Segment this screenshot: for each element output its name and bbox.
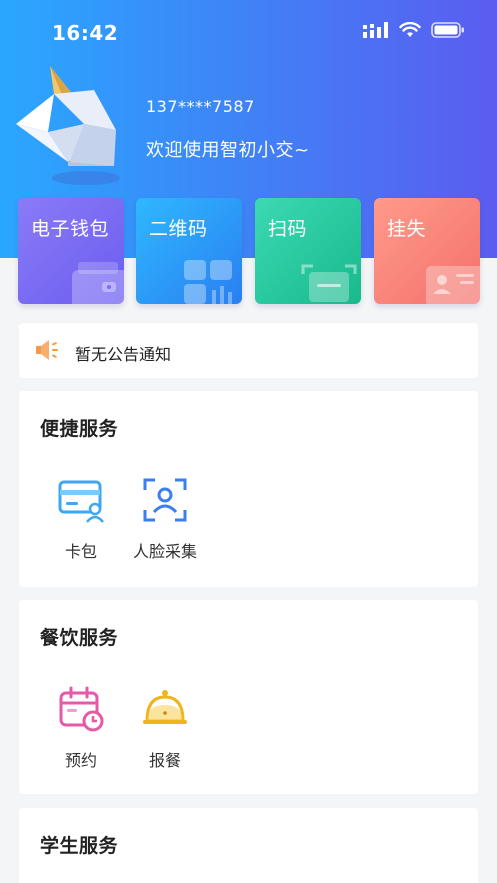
announcement-text: 暂无公告通知 xyxy=(75,345,172,364)
meal-cloche-icon xyxy=(143,690,187,724)
section-title: 学生服务 xyxy=(40,835,119,857)
qr-code-icon xyxy=(184,260,232,304)
service-meal-order[interactable]: 报餐 xyxy=(120,685,210,771)
speaker-icon xyxy=(36,340,58,360)
announcement-bar[interactable]: 暂无公告通知 xyxy=(19,323,478,378)
status-time: 16:42 xyxy=(52,21,119,45)
wifi-icon xyxy=(399,22,421,37)
unicorn-mascot-icon xyxy=(16,66,120,185)
card-wallet-icon xyxy=(58,480,104,523)
section-title: 餐饮服务 xyxy=(40,627,119,649)
service-label: 预约 xyxy=(64,751,97,770)
calendar-clock-icon xyxy=(59,686,104,732)
tile-e-wallet[interactable]: 电子钱包 xyxy=(18,198,124,304)
status-icons xyxy=(363,22,465,38)
welcome-text: 欢迎使用智初小交~ xyxy=(146,140,310,161)
id-card-icon xyxy=(426,266,480,304)
tile-qr-code[interactable]: 二维码 xyxy=(136,198,242,304)
service-label: 卡包 xyxy=(64,542,97,561)
tile-label: 扫码 xyxy=(268,218,308,240)
signal-icon xyxy=(363,22,388,38)
service-label: 人脸采集 xyxy=(132,542,197,561)
student-services-card: 学生服务 xyxy=(19,808,478,883)
user-phone: 137****7587 xyxy=(146,97,255,116)
dining-services-card: 餐饮服务 预约 报餐 xyxy=(19,600,478,794)
tile-label: 电子钱包 xyxy=(31,218,110,240)
convenience-services-card: 便捷服务 卡包 人脸采集 xyxy=(19,391,478,587)
service-reservation[interactable]: 预约 xyxy=(36,685,126,771)
scan-icon xyxy=(301,264,357,302)
tile-label: 二维码 xyxy=(149,218,208,240)
service-card-wallet[interactable]: 卡包 xyxy=(36,476,126,562)
battery-icon xyxy=(431,22,464,38)
service-face-capture[interactable]: 人脸采集 xyxy=(120,476,210,562)
tile-scan[interactable]: 扫码 xyxy=(255,198,361,304)
status-bar: 16:42 xyxy=(0,0,497,64)
tile-report-loss[interactable]: 挂失 xyxy=(374,198,480,304)
tile-label: 挂失 xyxy=(387,218,427,240)
wallet-icon xyxy=(72,262,124,304)
face-scan-icon xyxy=(143,478,187,522)
section-title: 便捷服务 xyxy=(40,418,119,440)
service-label: 报餐 xyxy=(148,751,181,770)
